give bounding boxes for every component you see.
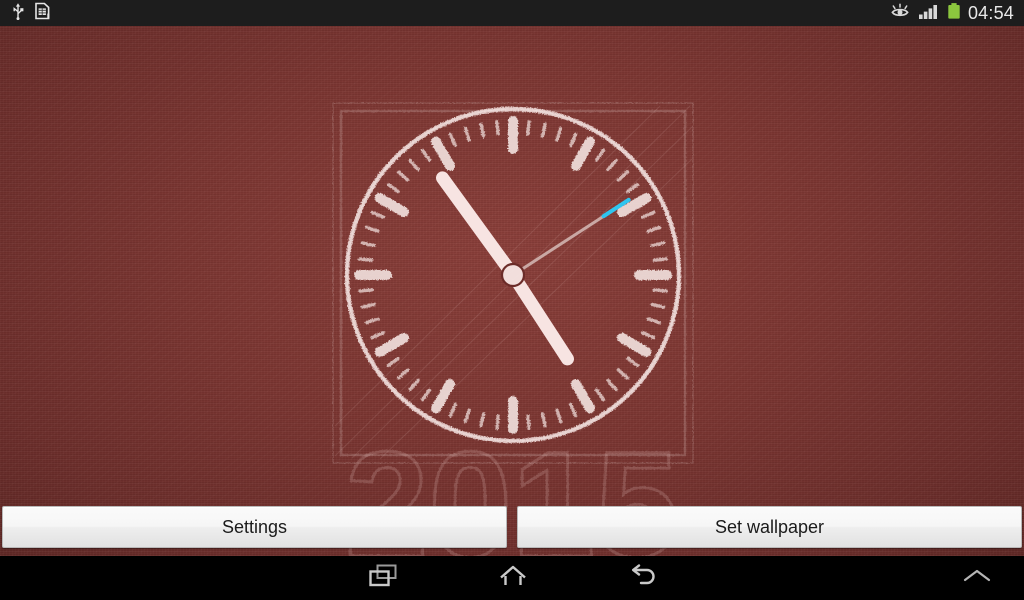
recents-icon xyxy=(366,563,400,594)
navigation-bar xyxy=(0,556,1024,600)
status-bar-left-icons xyxy=(0,2,51,25)
clock-minute-hand xyxy=(436,171,520,282)
set-wallpaper-button-label: Set wallpaper xyxy=(714,516,825,537)
clock-second-hand xyxy=(511,214,606,277)
analog-clock-graphic: 2015 xyxy=(332,102,694,556)
status-bar-clock: 04:54 xyxy=(967,3,1014,23)
sim-card-icon xyxy=(34,2,51,25)
home-icon xyxy=(496,563,530,594)
wallpaper-action-bar: Settings Set wallpaper xyxy=(0,506,1024,550)
signal-bars-icon xyxy=(918,2,940,25)
smart-stay-eye-icon xyxy=(889,2,911,25)
status-bar-right-icons: 04:54 xyxy=(889,0,1024,26)
settings-button[interactable]: Settings xyxy=(2,506,507,548)
device-screen: 04:54 2015 Settings Set wallpaper xyxy=(0,0,1024,600)
clock-hands xyxy=(436,171,631,366)
nav-back-button[interactable] xyxy=(600,556,686,600)
chevron-up-icon xyxy=(960,566,994,591)
set-wallpaper-button[interactable]: Set wallpaper xyxy=(517,506,1022,548)
usb-icon xyxy=(10,2,26,25)
nav-home-button[interactable] xyxy=(470,556,556,600)
status-bar: 04:54 xyxy=(0,0,1024,26)
nav-expand-button[interactable] xyxy=(942,556,1012,600)
nav-recents-button[interactable] xyxy=(340,556,426,600)
back-icon xyxy=(626,563,660,594)
clock-hour-hand xyxy=(506,268,574,366)
clock-center-cap xyxy=(500,262,526,288)
battery-icon xyxy=(947,2,961,25)
settings-button-label: Settings xyxy=(221,516,288,537)
wallpaper-preview-area[interactable]: 2015 xyxy=(0,26,1024,556)
